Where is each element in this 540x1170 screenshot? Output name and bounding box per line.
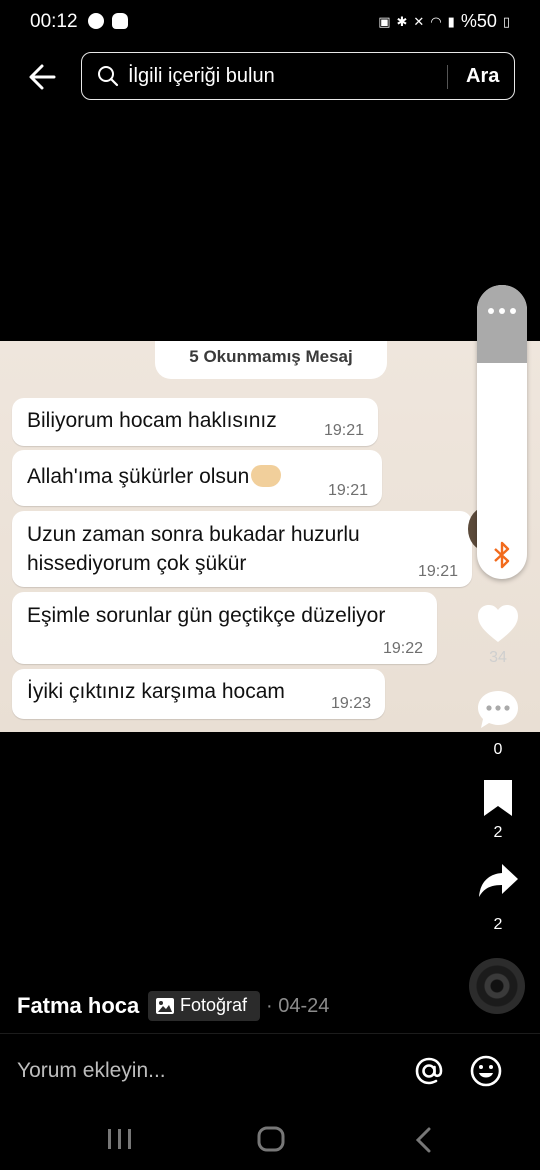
chat-message-time: 19:23	[330, 695, 371, 712]
share-arrow-icon	[479, 864, 518, 897]
status-bar: 00:12 ▣ ✱ ✕ ◠ ▮ %50 ▯	[0, 0, 540, 44]
author-name[interactable]: Fatma hoca	[17, 993, 139, 1019]
chat-message-time: 19:21	[417, 563, 458, 580]
search-button[interactable]: Ara	[466, 65, 499, 88]
status-time: 00:12	[30, 11, 78, 32]
nav-back-icon[interactable]	[412, 1126, 434, 1154]
post-date: · 04-24	[266, 995, 330, 1017]
battery-percent: %50	[460, 11, 497, 31]
share-button[interactable]	[476, 860, 520, 900]
recent-apps-icon[interactable]	[106, 1127, 134, 1151]
comment-count: 0	[493, 741, 503, 758]
search-icon	[98, 66, 119, 87]
chat-bubble-icon	[478, 691, 518, 728]
nfc-icon: ▣	[378, 13, 391, 29]
post-photo[interactable]: 5 Okunmamış Mesaj Biliyorum hocam haklıs…	[0, 341, 540, 732]
music-disc[interactable]	[469, 958, 525, 1014]
chat-message-time: 19:21	[323, 422, 364, 439]
chat-message-text: Uzun zaman sonra bukadar huzurlu	[27, 523, 360, 546]
side-panel-handle[interactable]	[477, 285, 527, 363]
chat-message-text: Allah'ıma şükürler olsun	[27, 465, 250, 488]
like-count: 34	[489, 649, 507, 666]
mute-icon: ✕	[413, 13, 425, 29]
bluetooth-icon[interactable]	[491, 541, 513, 569]
wifi-icon: ◠	[430, 13, 442, 29]
back-button[interactable]	[24, 58, 64, 98]
home-icon[interactable]	[256, 1125, 286, 1153]
chat-message-text-wrap: Allah'ıma şükürler olsun	[27, 462, 282, 491]
status-indicators: ▣ ✱ ✕ ◠ ▮ %50 ▯	[378, 11, 510, 32]
chat-message-text: Eşimle sorunlar gün geçtikçe düzeliyor	[27, 604, 386, 627]
comment-bar: Yorum ekleyin...	[0, 1033, 540, 1110]
post-type-label: Fotoğraf	[180, 995, 248, 1015]
chat-bubble: Eşimle sorunlar gün geçtikçe düzeliyor 1…	[12, 592, 437, 664]
bookmark-icon	[484, 780, 512, 816]
unread-messages-banner: 5 Okunmamış Mesaj	[155, 341, 387, 379]
chat-message-time: 19:21	[327, 482, 368, 499]
arrow-left-icon	[29, 64, 56, 90]
chat-bubble: Uzun zaman sonra bukadar huzurlu hissedi…	[12, 511, 472, 587]
chat-message-text-line2: hissediyorum çok şükür	[27, 552, 247, 575]
search-input[interactable]: İlgili içeriği bulun	[128, 65, 275, 88]
chat-message-text: İyiki çıktınız karşıma hocam	[27, 680, 285, 703]
smiley-icon[interactable]	[468, 1053, 504, 1089]
heart-icon	[478, 605, 518, 642]
signal-icon: ▮	[447, 13, 455, 29]
battery-icon: ▯	[502, 13, 510, 29]
share-count: 2	[493, 916, 503, 933]
photo-icon	[156, 998, 174, 1014]
bookmark-button[interactable]	[480, 778, 516, 818]
comment-button[interactable]	[475, 688, 521, 732]
bluetooth-status-icon: ✱	[396, 13, 408, 29]
search-box[interactable]: İlgili içeriği bulun Ara	[81, 52, 515, 100]
bookmark-count: 2	[493, 824, 503, 841]
floating-side-panel[interactable]	[477, 285, 527, 579]
chat-message-text: Biliyorum hocam haklısınız	[27, 409, 277, 432]
messenger-icon	[88, 13, 104, 29]
chat-bubble: Biliyorum hocam haklısınız 19:21	[12, 398, 378, 446]
snapchat-icon	[112, 13, 128, 29]
search-divider	[447, 65, 448, 89]
system-nav-bar	[0, 1109, 540, 1170]
chat-message-time: 19:22	[382, 640, 423, 657]
at-sign-icon[interactable]	[411, 1053, 447, 1089]
chat-bubble: İyiki çıktınız karşıma hocam 19:23	[12, 669, 385, 719]
raised-hands-emoji-icon	[251, 465, 282, 487]
post-type-badge: Fotoğraf	[148, 991, 260, 1021]
comment-input[interactable]: Yorum ekleyin...	[17, 1059, 166, 1083]
chat-bubble: Allah'ıma şükürler olsun 19:21	[12, 450, 382, 506]
like-button[interactable]	[475, 602, 521, 646]
more-dots-icon	[488, 308, 516, 314]
